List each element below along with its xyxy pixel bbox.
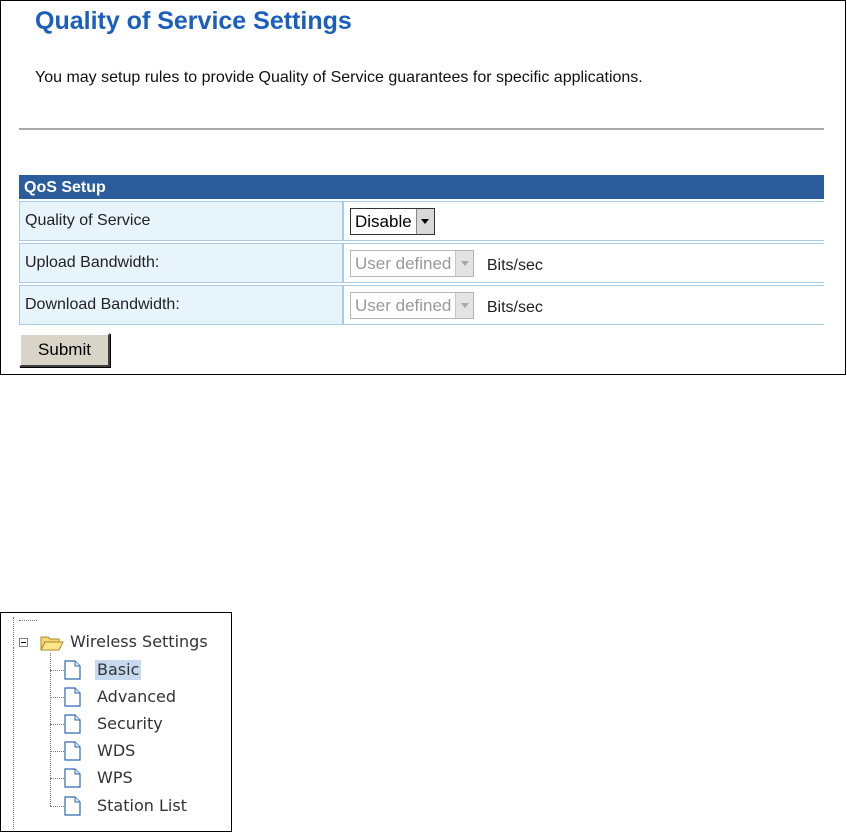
tree-guide-line	[50, 653, 51, 806]
tree-folder-wireless-settings[interactable]: Wireless Settings	[70, 632, 208, 652]
tree-guide-line	[50, 778, 64, 779]
qos-setup-table: QoS Setup Quality of Service Disable Upl…	[19, 175, 824, 325]
chevron-down-icon	[460, 302, 469, 308]
qos-settings-panel: Quality of Service Settings You may setu…	[0, 0, 846, 375]
dropdown-button[interactable]	[455, 292, 474, 318]
chevron-down-icon	[460, 260, 469, 266]
download-bandwidth-label: Download Bandwidth:	[19, 285, 343, 325]
download-bandwidth-cell: User defined Bits/sec	[343, 285, 824, 325]
page-icon	[64, 714, 81, 734]
dropdown-button[interactable]	[415, 208, 434, 234]
upload-bandwidth-unit: Bits/sec	[486, 257, 543, 274]
table-row: Download Bandwidth: User defined Bits/se…	[19, 285, 824, 325]
divider	[19, 128, 824, 130]
page-icon	[64, 741, 81, 761]
tree-item-wps[interactable]: WPS	[97, 768, 133, 788]
tree-item-advanced[interactable]: Advanced	[97, 687, 176, 707]
quality-of-service-label: Quality of Service	[19, 201, 343, 241]
page-icon	[64, 768, 81, 788]
table-row: Upload Bandwidth: User defined Bits/sec	[19, 243, 824, 283]
quality-of-service-cell: Disable	[343, 201, 824, 241]
tree-guide-line	[13, 617, 14, 645]
page-icon	[64, 687, 81, 707]
tree-guide-line	[50, 806, 64, 807]
section-header: QoS Setup	[19, 175, 824, 201]
folder-open-icon	[40, 636, 64, 651]
tree-guide-line	[50, 751, 64, 752]
upload-bandwidth-select[interactable]: User defined	[350, 249, 475, 277]
download-bandwidth-value: User defined	[355, 295, 452, 315]
collapse-toggle-icon[interactable]	[19, 638, 28, 647]
tree-guide-line	[13, 647, 14, 829]
page-description: You may setup rules to provide Quality o…	[35, 69, 643, 86]
upload-bandwidth-cell: User defined Bits/sec	[343, 243, 824, 283]
upload-bandwidth-label: Upload Bandwidth:	[19, 243, 343, 283]
download-bandwidth-select[interactable]: User defined	[350, 291, 475, 319]
tree-guide-line	[19, 620, 37, 621]
tree-item-wds[interactable]: WDS	[97, 741, 135, 761]
tree-item-station-list[interactable]: Station List	[97, 796, 187, 816]
dropdown-button[interactable]	[455, 250, 474, 276]
tree-guide-line	[50, 670, 64, 671]
download-bandwidth-unit: Bits/sec	[486, 299, 543, 316]
tree-item-security[interactable]: Security	[97, 714, 163, 734]
chevron-down-icon	[421, 218, 430, 224]
tree-guide-line	[50, 724, 64, 725]
table-row: Quality of Service Disable	[19, 201, 824, 241]
page-icon	[64, 660, 81, 680]
page-title: Quality of Service Settings	[35, 7, 352, 35]
quality-of-service-value: Disable	[355, 211, 412, 231]
tree-guide-line	[50, 697, 64, 698]
nav-tree-panel: Wireless Settings Basic Advanced Securit…	[0, 612, 232, 832]
tree-item-basic[interactable]: Basic	[95, 660, 142, 680]
page-icon	[64, 796, 81, 816]
submit-button[interactable]: Submit	[19, 333, 110, 367]
quality-of-service-select[interactable]: Disable	[350, 207, 435, 235]
upload-bandwidth-value: User defined	[355, 253, 452, 273]
